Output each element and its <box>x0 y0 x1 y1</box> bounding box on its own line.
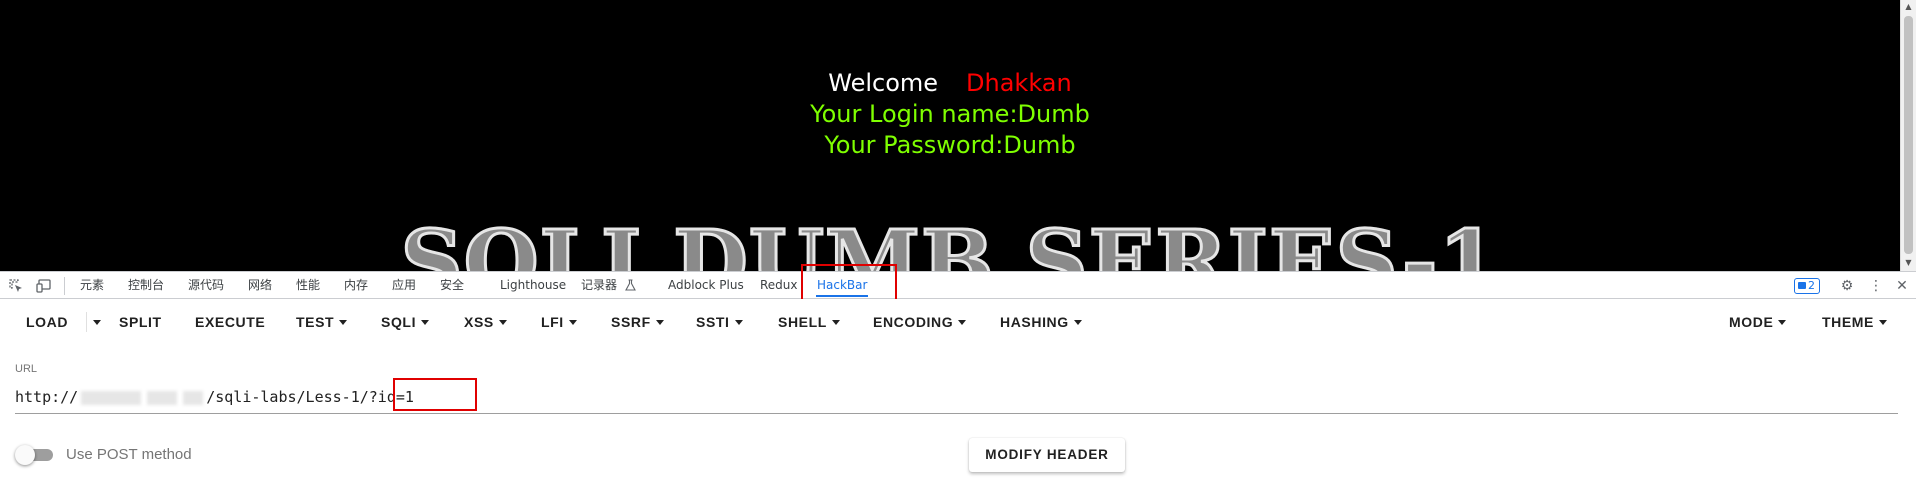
caret-down-icon <box>1073 319 1082 325</box>
shell-menu-label: SHELL <box>778 314 827 330</box>
lfi-menu[interactable]: LFI <box>541 299 577 345</box>
device-toolbar-icon[interactable] <box>36 278 52 294</box>
theme-menu-label: THEME <box>1822 314 1874 330</box>
test-menu[interactable]: TEST <box>296 299 348 345</box>
encoding-menu[interactable]: ENCODING <box>873 299 967 345</box>
xss-menu-label: XSS <box>464 314 494 330</box>
welcome-name: Dhakkan <box>966 69 1072 97</box>
tab-memory[interactable]: 内存 <box>344 272 368 299</box>
caret-down-icon <box>339 319 348 325</box>
sqli-menu-label: SQLI <box>381 314 417 330</box>
redacted-host <box>183 390 204 405</box>
ssrf-menu-label: SSRF <box>611 314 651 330</box>
welcome-text: Welcome <box>828 69 939 97</box>
tab-redux[interactable]: Redux <box>760 272 798 299</box>
encoding-menu-label: ENCODING <box>873 314 954 330</box>
url-label: URL <box>15 363 38 375</box>
tab-adblock-plus[interactable]: Adblock Plus <box>668 272 744 299</box>
redacted-host <box>147 390 178 405</box>
message-icon <box>1798 282 1806 289</box>
caret-down-icon <box>1778 319 1787 325</box>
tab-application[interactable]: 应用 <box>392 272 416 299</box>
url-path: /sqli-labs/Less-1/ <box>206 388 369 406</box>
flask-icon <box>624 279 636 291</box>
url-scheme: http:// <box>15 388 79 406</box>
tab-network[interactable]: 网络 <box>248 272 272 299</box>
welcome-line: Welcome Dhakkan <box>0 68 1900 98</box>
caret-down-icon <box>421 319 430 325</box>
web-page: Welcome Dhakkan Your Login name:Dumb Your… <box>0 0 1916 271</box>
split-button[interactable]: SPLIT <box>119 299 162 345</box>
tab-sources[interactable]: 源代码 <box>188 272 224 299</box>
series-banner-image: SQLI DUMB SERIES-1 <box>399 212 1500 271</box>
redacted-host <box>81 390 142 405</box>
hackbar-toolbar: LOAD SPLIT EXECUTE TEST SQLI XSS LFI SSR… <box>0 299 1916 345</box>
close-devtools-icon[interactable]: ✕ <box>1893 277 1911 295</box>
caret-down-icon <box>1879 319 1887 325</box>
tab-lighthouse[interactable]: Lighthouse <box>500 272 566 299</box>
post-method-label: Use POST method <box>66 446 192 463</box>
url-input[interactable]: http:///sqli-labs/Less-1/?id=1 <box>15 384 1898 414</box>
execute-button[interactable]: EXECUTE <box>195 299 265 345</box>
load-split-divider <box>86 312 87 332</box>
modify-header-button[interactable]: MODIFY HEADER <box>969 438 1125 472</box>
caret-down-icon <box>655 319 664 325</box>
caret-down-icon <box>498 319 507 325</box>
xss-menu[interactable]: XSS <box>464 299 507 345</box>
tab-recorder-label: 记录器 <box>581 278 618 292</box>
ssrf-menu[interactable]: SSRF <box>611 299 664 345</box>
url-query-highlight-box <box>393 378 477 411</box>
tab-elements[interactable]: 元素 <box>80 272 104 299</box>
toolbar-divider <box>64 277 65 295</box>
settings-gear-icon[interactable]: ⚙ <box>1838 277 1856 295</box>
shell-menu[interactable]: SHELL <box>778 299 840 345</box>
ssti-menu-label: SSTI <box>696 314 730 330</box>
post-method-toggle[interactable] <box>15 445 55 465</box>
login-name-text: Your Login name:Dumb <box>810 100 1090 128</box>
mode-menu[interactable]: MODE <box>1729 299 1787 345</box>
page-scrollbar[interactable]: ▲ ▼ <box>1900 0 1916 271</box>
hashing-menu[interactable]: HASHING <box>1000 299 1082 345</box>
caret-down-icon <box>568 319 577 325</box>
caret-down-icon <box>831 319 840 325</box>
hashing-menu-label: HASHING <box>1000 314 1069 330</box>
issues-badge[interactable]: 2 <box>1794 278 1820 294</box>
issues-count: 2 <box>1808 279 1815 292</box>
tab-recorder[interactable]: 记录器 <box>581 272 636 299</box>
tab-security[interactable]: 安全 <box>440 272 464 299</box>
test-menu-label: TEST <box>296 314 335 330</box>
tab-console[interactable]: 控制台 <box>128 272 164 299</box>
sqli-menu[interactable]: SQLI <box>381 299 430 345</box>
ssti-menu[interactable]: SSTI <box>696 299 743 345</box>
load-button[interactable]: LOAD <box>26 299 68 345</box>
caret-down-icon <box>958 319 967 325</box>
scroll-up-icon[interactable]: ▲ <box>1901 0 1916 14</box>
scrollbar-thumb[interactable] <box>1904 16 1913 254</box>
toggle-knob <box>15 445 35 465</box>
caret-down-icon <box>734 319 743 325</box>
scroll-down-icon[interactable]: ▼ <box>1901 256 1916 270</box>
inspect-element-icon[interactable] <box>8 278 24 294</box>
more-options-icon[interactable]: ⋮ <box>1867 277 1885 295</box>
password-text: Your Password:Dumb <box>824 131 1076 159</box>
caret-down-icon <box>93 319 101 325</box>
devtools-tab-bar: 元素 控制台 源代码 网络 性能 内存 应用 安全 Lighthouse 记录器… <box>0 271 1916 299</box>
tab-performance[interactable]: 性能 <box>296 272 320 299</box>
lfi-menu-label: LFI <box>541 314 564 330</box>
mode-menu-label: MODE <box>1729 314 1774 330</box>
theme-menu[interactable]: THEME <box>1822 299 1887 345</box>
load-dropdown-button[interactable] <box>88 299 101 345</box>
